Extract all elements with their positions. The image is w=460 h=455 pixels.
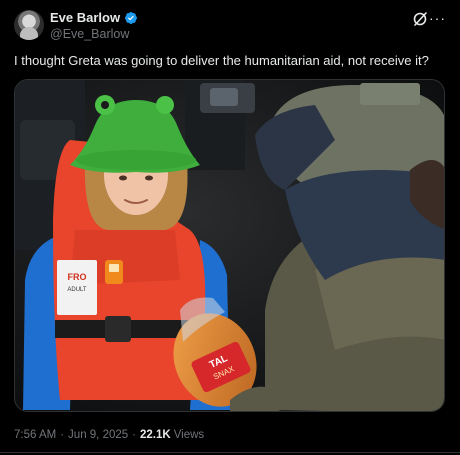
views-label: Views: [173, 429, 205, 441]
tweet-text: I thought Greta was going to deliver the…: [14, 53, 429, 68]
views-count: 22.1K: [140, 429, 171, 441]
divider: [0, 452, 460, 453]
meta-separator: ·: [132, 429, 136, 441]
more-options-icon[interactable]: ···: [429, 10, 446, 26]
meta-separator: ·: [60, 429, 65, 441]
avatar[interactable]: [14, 10, 44, 40]
tweet-header: Eve Barlow @Eve_Barlow ···: [14, 8, 446, 44]
vest-label-line1: FRO: [68, 272, 87, 282]
tweet-metadata: 7:56 AM · Jun 9, 2025 · 22.1K Views: [14, 429, 204, 441]
author-name-row: Eve Barlow: [50, 10, 138, 25]
tweet-time[interactable]: 7:56 AM: [14, 429, 56, 441]
verified-badge-icon: [125, 11, 138, 24]
vest-label-line2: ADULT: [67, 287, 87, 293]
author-display-name[interactable]: Eve Barlow: [50, 10, 120, 25]
tweet-photo[interactable]: FRO ADULT TAL SNAX: [14, 79, 445, 412]
tweet-date[interactable]: Jun 9, 2025: [68, 429, 128, 441]
tweet: Eve Barlow @Eve_Barlow ··· I thought Gre…: [0, 0, 460, 455]
author-handle[interactable]: @Eve_Barlow: [50, 27, 129, 41]
grok-icon[interactable]: [412, 11, 428, 27]
photo-illustration: FRO ADULT TAL SNAX: [15, 80, 444, 411]
